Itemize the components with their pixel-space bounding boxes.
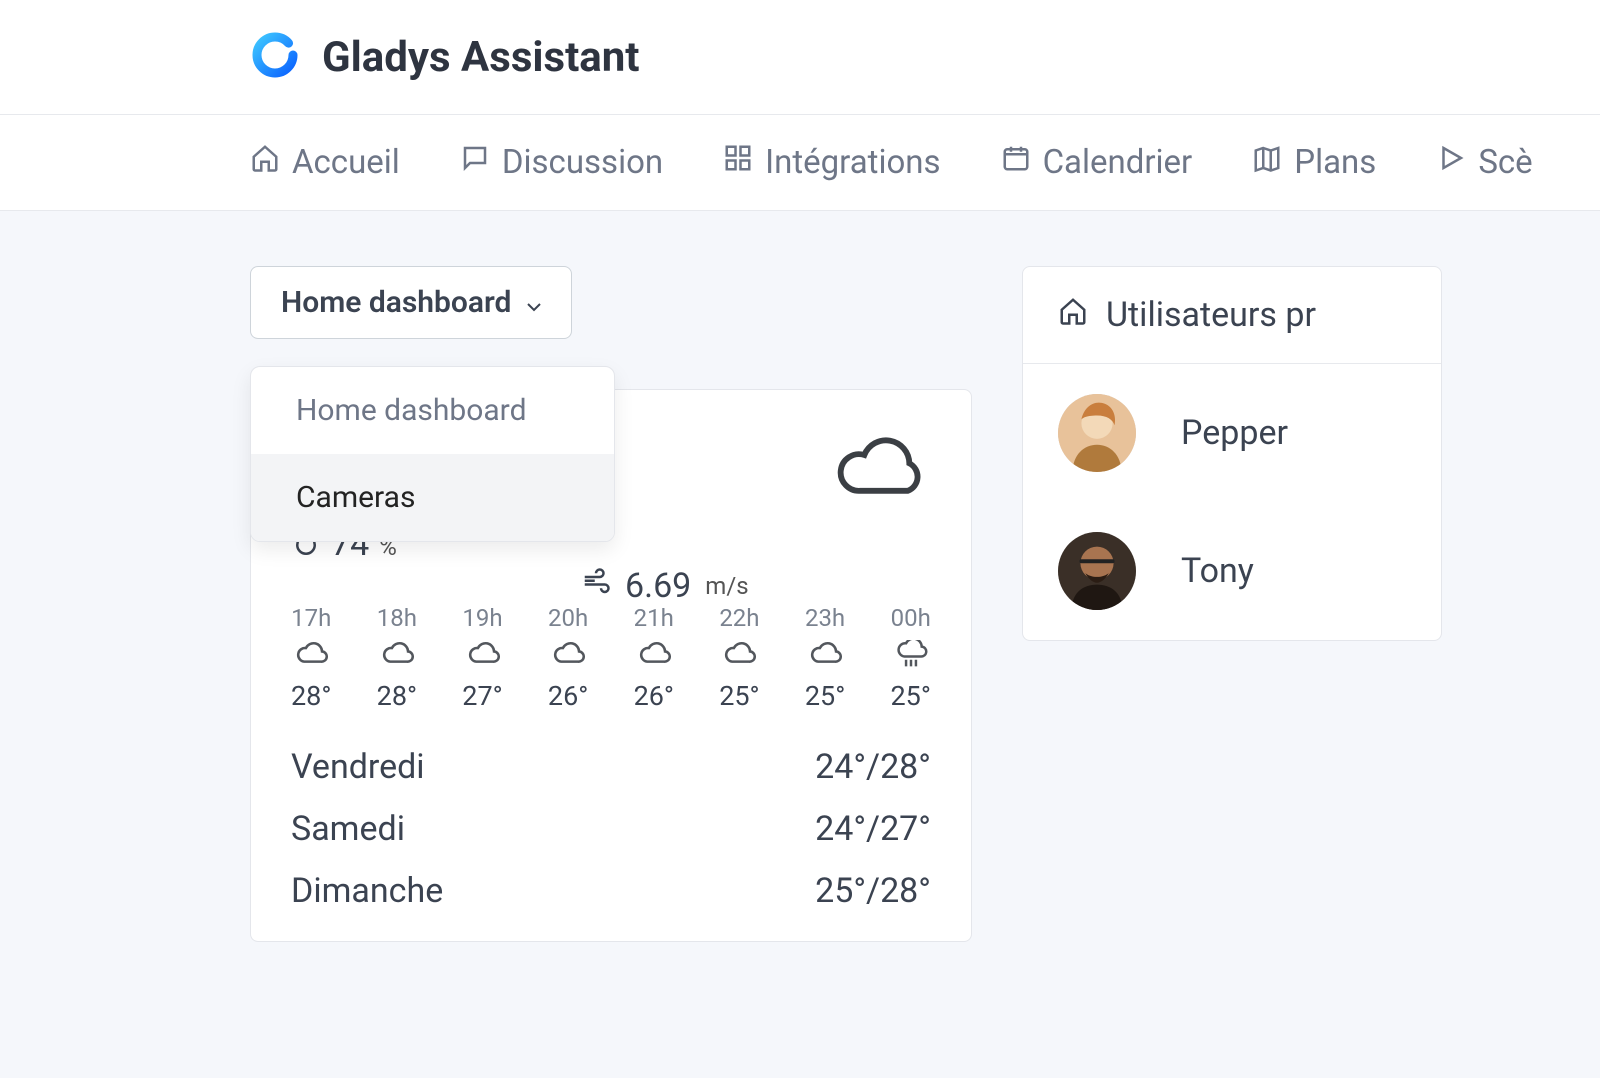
user-name: Pepper <box>1181 413 1288 453</box>
cloud-icon <box>808 640 842 672</box>
cloud-icon <box>380 640 414 672</box>
hour-temp: 26° <box>548 680 588 712</box>
cloud-icon <box>466 640 500 672</box>
daily-forecast: Vendredi 24°/28° Samedi 24°/27° Dimanche… <box>291 747 931 911</box>
avatar <box>1058 532 1136 610</box>
hour-time: 20h <box>548 604 588 632</box>
users-card: Utilisateurs pr Pepper Tony <box>1022 266 1442 641</box>
day-minmax: 25°/28° <box>815 871 931 911</box>
hour-col: 21h 26° <box>634 604 674 712</box>
rain-icon <box>894 640 928 672</box>
hour-col: 18h 28° <box>377 604 417 712</box>
user-row[interactable]: Tony <box>1023 502 1441 640</box>
hour-col: 17h 28° <box>291 604 331 712</box>
nav-label: Intégrations <box>765 143 940 182</box>
hour-time: 21h <box>634 604 674 632</box>
nav-label: Calendrier <box>1043 143 1193 182</box>
hour-col: 23h 25° <box>805 604 845 712</box>
hour-col: 20h 26° <box>548 604 588 712</box>
day-row: Dimanche 25°/28° <box>291 871 931 911</box>
dashboard-selector[interactable]: Home dashboard <box>250 266 572 339</box>
dashboard-selected-label: Home dashboard <box>281 285 511 320</box>
nav-home[interactable]: Accueil <box>250 143 400 182</box>
hour-time: 17h <box>291 604 331 632</box>
hour-temp: 28° <box>291 680 331 712</box>
nav-discussion[interactable]: Discussion <box>460 143 663 182</box>
day-row: Samedi 24°/27° <box>291 809 931 849</box>
day-row: Vendredi 24°/28° <box>291 747 931 787</box>
wind: 6.69 m/s <box>581 566 749 606</box>
hour-temp: 25° <box>719 680 759 712</box>
day-name: Vendredi <box>291 747 425 787</box>
nav-calendar[interactable]: Calendrier <box>1001 143 1193 182</box>
cloud-icon <box>722 640 756 672</box>
hour-temp: 25° <box>805 680 845 712</box>
hour-time: 00h <box>891 604 931 632</box>
cloud-icon <box>637 640 671 672</box>
cloud-icon <box>294 640 328 672</box>
nav-label: Accueil <box>292 143 400 182</box>
cloud-icon <box>551 640 585 672</box>
nav-label: Discussion <box>502 143 663 182</box>
calendar-icon <box>1001 143 1031 182</box>
nav-label: Plans <box>1294 143 1376 182</box>
avatar <box>1058 394 1136 472</box>
wind-unit: m/s <box>705 572 748 600</box>
logo-icon <box>250 30 300 84</box>
hour-col: 22h 25° <box>719 604 759 712</box>
wind-icon <box>581 566 611 606</box>
hour-time: 18h <box>377 604 417 632</box>
users-card-header: Utilisateurs pr <box>1023 267 1441 364</box>
hour-temp: 25° <box>890 680 930 712</box>
dashboard-dropdown: Home dashboard Cameras <box>250 366 615 542</box>
header: Gladys Assistant <box>0 0 1600 115</box>
nav-label: Scè <box>1478 143 1532 182</box>
app-title: Gladys Assistant <box>322 33 640 82</box>
home-icon <box>250 143 280 182</box>
hour-time: 22h <box>719 604 759 632</box>
day-minmax: 24°/28° <box>815 747 931 787</box>
user-name: Tony <box>1181 551 1254 591</box>
grid-icon <box>723 143 753 182</box>
hourly-forecast: 17h 28° 18h 28° 19h 27° 20h 26° <box>291 604 931 712</box>
home-icon <box>1058 295 1088 335</box>
cloud-icon <box>831 430 931 514</box>
hour-time: 19h <box>462 604 502 632</box>
nav-integrations[interactable]: Intégrations <box>723 143 940 182</box>
nav-scenes[interactable]: Scè <box>1436 143 1532 182</box>
dropdown-option-home[interactable]: Home dashboard <box>251 367 614 454</box>
hour-col: 19h 27° <box>462 604 502 712</box>
chat-icon <box>460 143 490 182</box>
wind-value: 6.69 <box>625 566 691 606</box>
nav-plans[interactable]: Plans <box>1252 143 1376 182</box>
dropdown-option-cameras[interactable]: Cameras <box>251 454 614 541</box>
day-name: Dimanche <box>291 871 443 911</box>
users-card-title: Utilisateurs pr <box>1106 295 1316 335</box>
play-icon <box>1436 143 1466 182</box>
user-row[interactable]: Pepper <box>1023 364 1441 502</box>
map-icon <box>1252 143 1282 182</box>
hour-temp: 26° <box>634 680 674 712</box>
hour-time: 23h <box>805 604 845 632</box>
caret-down-icon <box>527 285 541 320</box>
nav-bar: Accueil Discussion Intégrations Calendri… <box>0 115 1600 211</box>
day-minmax: 24°/27° <box>815 809 931 849</box>
hour-temp: 28° <box>377 680 417 712</box>
content-area: Home dashboard Home dashboard Cameras <box>0 211 1600 1078</box>
hour-col: 00h 25° <box>890 604 930 712</box>
day-name: Samedi <box>291 809 405 849</box>
hour-temp: 27° <box>462 680 502 712</box>
